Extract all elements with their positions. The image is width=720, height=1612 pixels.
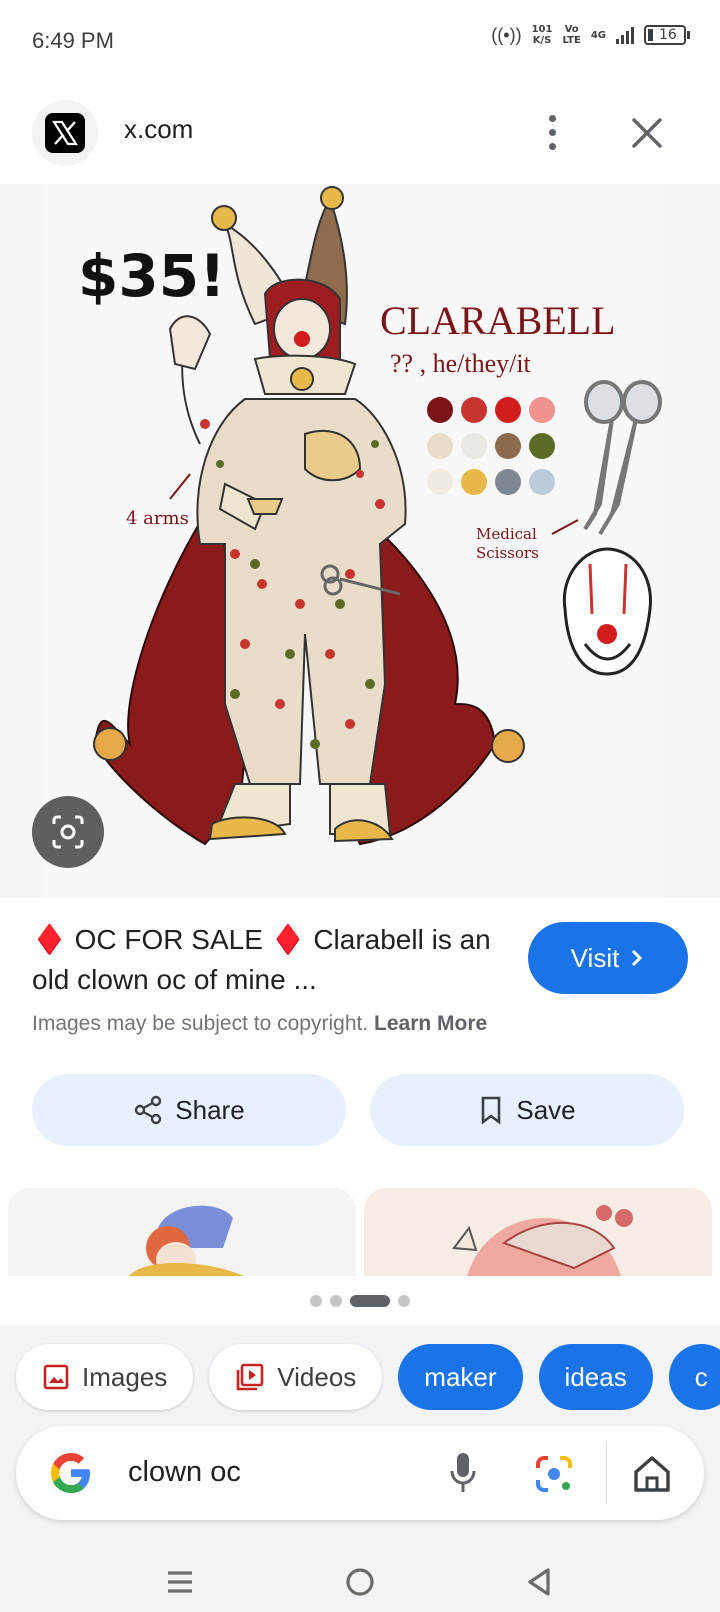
search-bar-divider [606, 1442, 607, 1504]
scissors-note-2: Scissors [476, 544, 539, 562]
chip-ideas[interactable]: ideas [538, 1344, 653, 1410]
palette-swatch [529, 397, 555, 423]
status-time: 6:49 PM [32, 28, 114, 53]
palette-swatch [495, 397, 521, 423]
search-query[interactable]: clown oc [128, 1456, 241, 1489]
more-options-button[interactable] [536, 108, 568, 156]
palette-swatch [461, 433, 487, 459]
volte-indicator: Vo LTE [562, 24, 581, 46]
palette-swatch [529, 469, 555, 495]
character-name: CLARABELL [380, 298, 616, 343]
palette-swatch [461, 397, 487, 423]
system-navigation-bar [0, 1506, 720, 1612]
camera-lens-icon [52, 815, 84, 849]
search-chips: Images Videos maker ideas c [16, 1344, 720, 1410]
home-icon[interactable] [630, 1452, 674, 1496]
palette-swatch [495, 469, 521, 495]
page-indicator [0, 1276, 720, 1326]
share-button[interactable]: Share [32, 1074, 346, 1146]
pronouns: ?? , he/they/it [390, 349, 532, 378]
status-bar: 6:49 PM ((•)) 101 K/S Vo LTE 4G 16 [0, 0, 720, 80]
back-icon[interactable] [524, 1566, 554, 1598]
palette-swatch [495, 433, 521, 459]
google-lens-icon[interactable] [532, 1452, 576, 1496]
share-icon [135, 1095, 162, 1125]
result-image[interactable]: $35! CLARABELL ?? , he/they/it 4 arms Me… [0, 184, 720, 898]
signal-icon [616, 26, 634, 44]
mic-icon[interactable] [448, 1450, 478, 1496]
price-label: $35! [78, 242, 226, 310]
preview-header: x.com [0, 92, 720, 172]
x-logo-icon [45, 113, 85, 153]
palette-swatch [461, 469, 487, 495]
palette-swatch [427, 469, 453, 495]
visit-button[interactable]: Visit [528, 922, 688, 994]
save-label: Save [516, 1094, 576, 1125]
related-result-2[interactable] [364, 1188, 712, 1278]
learn-more-link[interactable]: Learn More [374, 1012, 487, 1035]
close-icon[interactable] [624, 110, 670, 156]
bookmark-icon [482, 1096, 501, 1125]
related-thumbnail-2 [452, 1205, 633, 1278]
chip-more[interactable]: c [668, 1344, 720, 1410]
net-speed: 101 K/S [531, 24, 553, 46]
chip-images[interactable]: Images [16, 1344, 194, 1410]
google-logo-icon [51, 1453, 90, 1493]
related-thumbnail-1 [128, 1205, 248, 1278]
share-label: Share [175, 1094, 245, 1125]
palette-swatch [427, 397, 453, 423]
related-result-1[interactable] [8, 1188, 356, 1278]
site-favicon[interactable] [32, 100, 98, 166]
chip-maker[interactable]: maker [398, 1344, 523, 1410]
nav-home-icon[interactable] [344, 1566, 376, 1598]
result-title[interactable]: ♦️ OC FOR SALE ♦️ Clarabell is an old cl… [32, 920, 522, 1000]
video-icon [236, 1363, 264, 1391]
chip-videos[interactable]: Videos [209, 1344, 383, 1410]
hotspot-icon: ((•)) [491, 24, 522, 45]
network-type: 4G [590, 29, 606, 41]
recent-apps-icon[interactable] [166, 1568, 194, 1596]
palette-swatch [427, 433, 453, 459]
palette-swatch [529, 433, 555, 459]
status-icons: ((•)) 101 K/S Vo LTE 4G 16 [491, 24, 690, 46]
site-name[interactable]: x.com [124, 114, 193, 145]
save-button[interactable]: Save [370, 1074, 684, 1146]
battery-level: 16 [659, 27, 677, 43]
battery-icon: 16 [644, 25, 690, 45]
clown-illustration: $35! CLARABELL ?? , he/they/it 4 arms Me… [44, 184, 664, 898]
scissors-note-1: Medical [476, 525, 537, 543]
bottom-panel: Images Videos maker ideas c clown oc [0, 1276, 720, 1612]
visit-label: Visit [570, 942, 620, 973]
image-icon [43, 1364, 69, 1390]
copyright-note: Images may be subject to copyright. Lear… [32, 1012, 488, 1035]
lens-search-button[interactable] [32, 796, 104, 868]
arms-note: 4 arms [126, 508, 189, 529]
chevron-right-icon [632, 949, 643, 967]
